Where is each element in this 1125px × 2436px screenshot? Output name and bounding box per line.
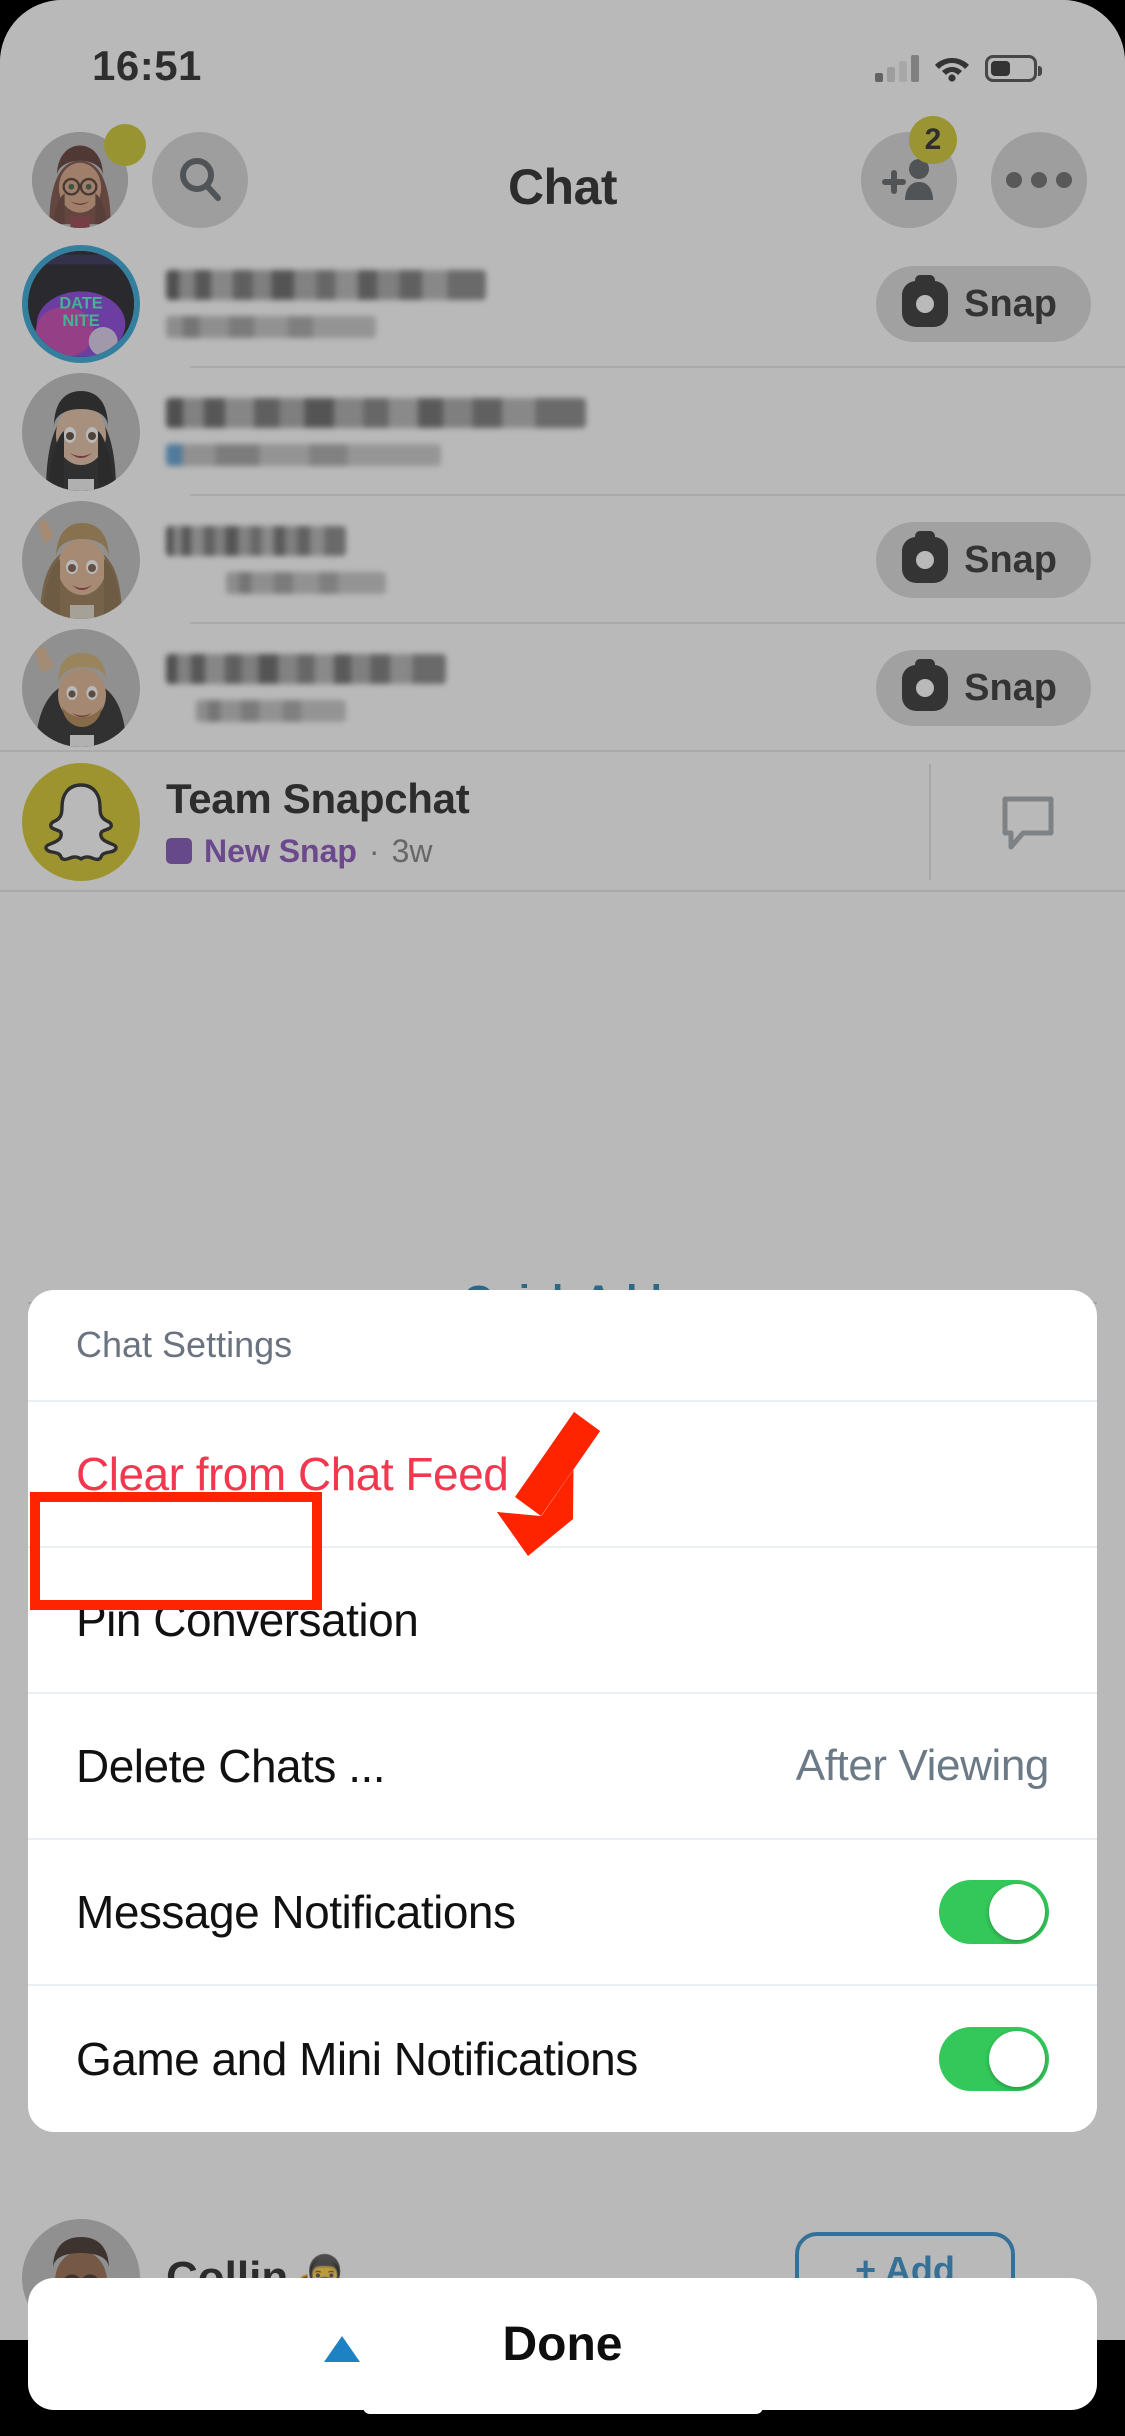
blurred-name [166,526,346,556]
blurred-subtitle [226,572,386,594]
message-notifications-toggle[interactable] [939,1880,1049,1944]
phone-screenshot: 16:51 Chat 2 DATE NITE Snap Snap Snap Te… [0,0,1125,2436]
menu-item-clear-from-chat-feed[interactable]: Clear from Chat Feed [28,1402,1097,1548]
new-snap-square-icon [166,838,192,864]
list-item[interactable] [0,368,1125,496]
home-indicator[interactable] [362,2400,763,2414]
menu-item-pin-conversation[interactable]: Pin Conversation [28,1548,1097,1694]
status-bar-time: 16:51 [92,42,202,89]
snap-button[interactable]: Snap [876,522,1091,598]
wifi-icon [933,54,971,82]
menu-item-label: Game and Mini Notifications [76,2033,638,2085]
svg-text:NITE: NITE [62,312,99,330]
status-bar: 16:51 [0,0,1125,120]
chat-bubble-icon [1002,796,1054,850]
timestamp: 3w [391,832,433,869]
bitmoji-waving-blonde[interactable] [22,501,140,619]
blurred-name [166,398,586,428]
blurred-subtitle [166,316,376,338]
date-nite-story-avatar[interactable]: DATE NITE [22,245,140,363]
chat-settings-sheet: Chat Settings Clear from Chat Feed Pin C… [28,1290,1097,2132]
snap-button-label: Snap [964,538,1057,581]
chat-list: DATE NITE Snap Snap Snap Team Snapchat N… [0,240,1125,892]
menu-item-label: Message Notifications [76,1886,516,1938]
menu-item-label: Delete Chats ... [76,1740,386,1792]
battery-icon [985,55,1042,82]
camera-icon [902,281,949,327]
more-options-button[interactable] [991,132,1087,228]
snapchat-ghost-icon[interactable] [22,763,140,881]
blurred-subtitle [196,700,346,722]
chat-bubble-button[interactable] [929,764,1125,880]
list-item[interactable]: DATE NITE Snap [0,240,1125,368]
menu-item-message-notifications[interactable]: Message Notifications [28,1840,1097,1986]
snap-button-label: Snap [964,282,1057,325]
list-item-team-snapchat[interactable]: Team Snapchat New Snap · 3w [0,752,1125,892]
menu-item-value: After Viewing [795,1741,1050,1790]
new-snap-label: New Snap [204,832,357,869]
blurred-name [166,654,446,684]
menu-item-label: Clear from Chat Feed [76,1448,509,1500]
blurred-name [166,270,486,300]
blue-triangle-indicator [324,2336,360,2362]
status-bar-indicators [875,44,1042,82]
more-options-icon [1006,172,1022,188]
list-item[interactable]: Snap [0,496,1125,624]
add-friend-badge: 2 [909,116,957,164]
game-mini-notifications-toggle[interactable] [939,2027,1049,2091]
snap-button-label: Snap [964,666,1057,709]
menu-item-label: Pin Conversation [76,1594,419,1646]
cellular-signal-icon [875,52,919,82]
bitmoji-dark-hair[interactable] [22,373,140,491]
camera-icon [902,665,949,711]
done-button[interactable]: Done [28,2278,1097,2410]
menu-item-delete-chats[interactable]: Delete Chats ... After Viewing [28,1694,1097,1840]
list-item[interactable]: Snap [0,624,1125,752]
menu-item-game-and-mini-notifications[interactable]: Game and Mini Notifications [28,1986,1097,2132]
separator-dot: · [368,832,380,869]
bitmoji-waving-man[interactable] [22,629,140,747]
sheet-title: Chat Settings [28,1290,1097,1402]
done-button-label: Done [502,2317,623,2371]
snap-button[interactable]: Snap [876,650,1091,726]
list-item-text [166,398,1125,466]
chat-header: Chat 2 [0,116,1125,238]
svg-text:DATE: DATE [59,295,102,313]
camera-icon [902,537,949,583]
blurred-subtitle [166,444,441,466]
snap-button[interactable]: Snap [876,266,1091,342]
